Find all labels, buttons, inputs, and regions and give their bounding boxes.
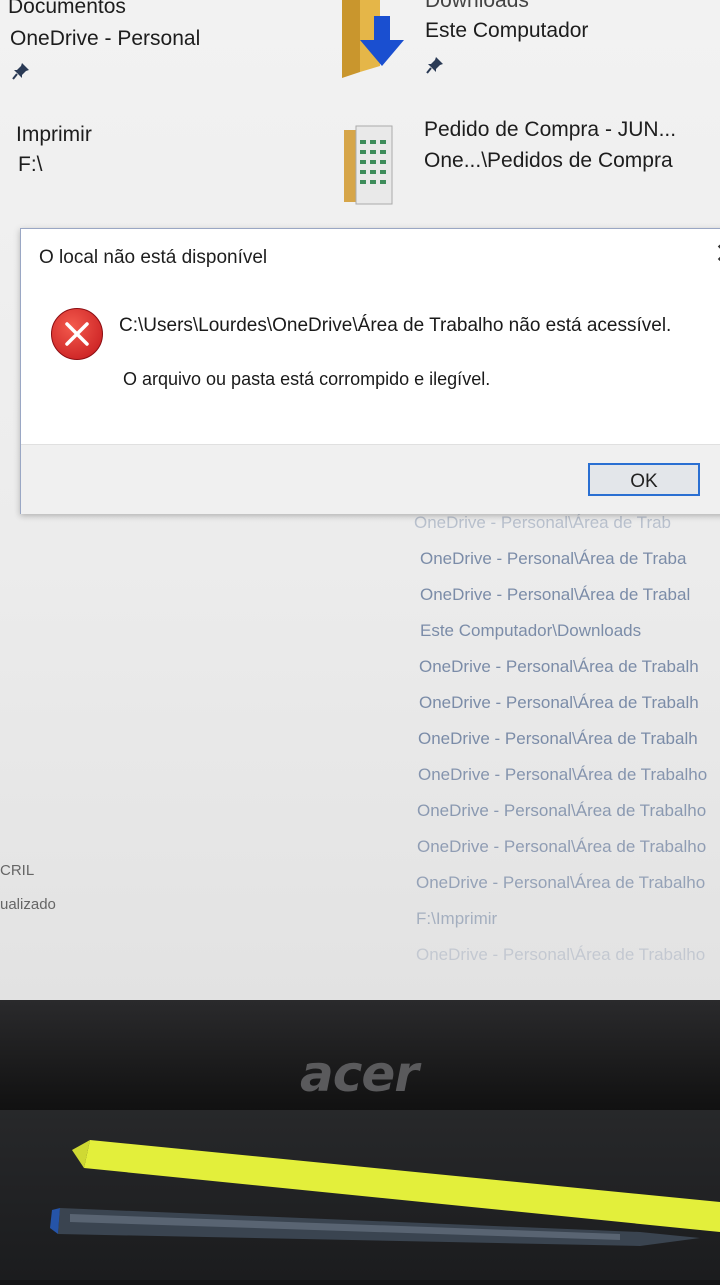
pin-icon: [426, 57, 443, 74]
error-x-icon: [51, 308, 103, 360]
desk-surface: [0, 1110, 720, 1280]
pin-icon: [12, 63, 29, 80]
quick-access-documentos-name[interactable]: Documentos: [8, 0, 126, 22]
recent-files-path-column: OneDrive - Personal\Área de Trab OneDriv…: [414, 505, 720, 973]
quick-access-downloads-name[interactable]: Downloads: [425, 0, 529, 16]
recent-path[interactable]: OneDrive - Personal\Área de Trabalh: [414, 721, 720, 757]
recent-path[interactable]: OneDrive - Personal\Área de Traba: [414, 541, 720, 577]
download-folder-icon: [342, 0, 404, 78]
spreadsheet-file-icon: [344, 125, 393, 205]
quick-access-downloads-location: Este Computador: [425, 19, 589, 42]
error-message: C:\Users\Lourdes\OneDrive\Área de Trabal…: [119, 315, 672, 336]
quick-access-imprimir-location: F:\: [18, 153, 43, 176]
monitor-brand-logo: acer: [300, 1045, 419, 1103]
ok-button[interactable]: OK: [588, 463, 700, 496]
quick-access-pedido-location: One...\Pedidos de Compra: [424, 149, 673, 172]
left-column-fragment: CRIL: [0, 862, 35, 879]
recent-path[interactable]: OneDrive - Personal\Área de Trabal: [414, 577, 720, 613]
error-detail: O arquivo ou pasta está corrompido e ile…: [123, 369, 491, 389]
recent-path[interactable]: OneDrive - Personal\Área de Trabalh: [414, 649, 720, 685]
error-dialog: O local não está disponível ✕ C:\Users\L…: [20, 228, 720, 514]
dialog-title: O local não está disponível: [39, 247, 268, 268]
recent-path[interactable]: OneDrive - Personal\Área de Trabalho: [414, 829, 720, 865]
left-column-fragment: ualizado: [0, 896, 56, 913]
quick-access-documentos-location: OneDrive - Personal: [10, 27, 201, 50]
recent-path[interactable]: OneDrive - Personal\Área de Trabalho: [414, 757, 720, 793]
recent-path[interactable]: OneDrive - Personal\Área de Trabalho: [414, 865, 720, 901]
pens-on-desk: [50, 1140, 720, 1246]
recent-path[interactable]: OneDrive - Personal\Área de Trabalho: [414, 937, 720, 973]
close-icon[interactable]: ✕: [711, 237, 720, 270]
quick-access-imprimir-name[interactable]: Imprimir: [16, 120, 92, 150]
recent-path[interactable]: F:\Imprimir: [414, 901, 720, 937]
recent-path[interactable]: OneDrive - Personal\Área de Trabalh: [414, 685, 720, 721]
recent-path[interactable]: Este Computador\Downloads: [414, 613, 720, 649]
quick-access-pedido-name[interactable]: Pedido de Compra - JUN...: [424, 115, 676, 145]
explorer-window: Documentos OneDrive - Personal Downloads…: [0, 0, 720, 1010]
recent-path[interactable]: OneDrive - Personal\Área de Trabalho: [414, 793, 720, 829]
